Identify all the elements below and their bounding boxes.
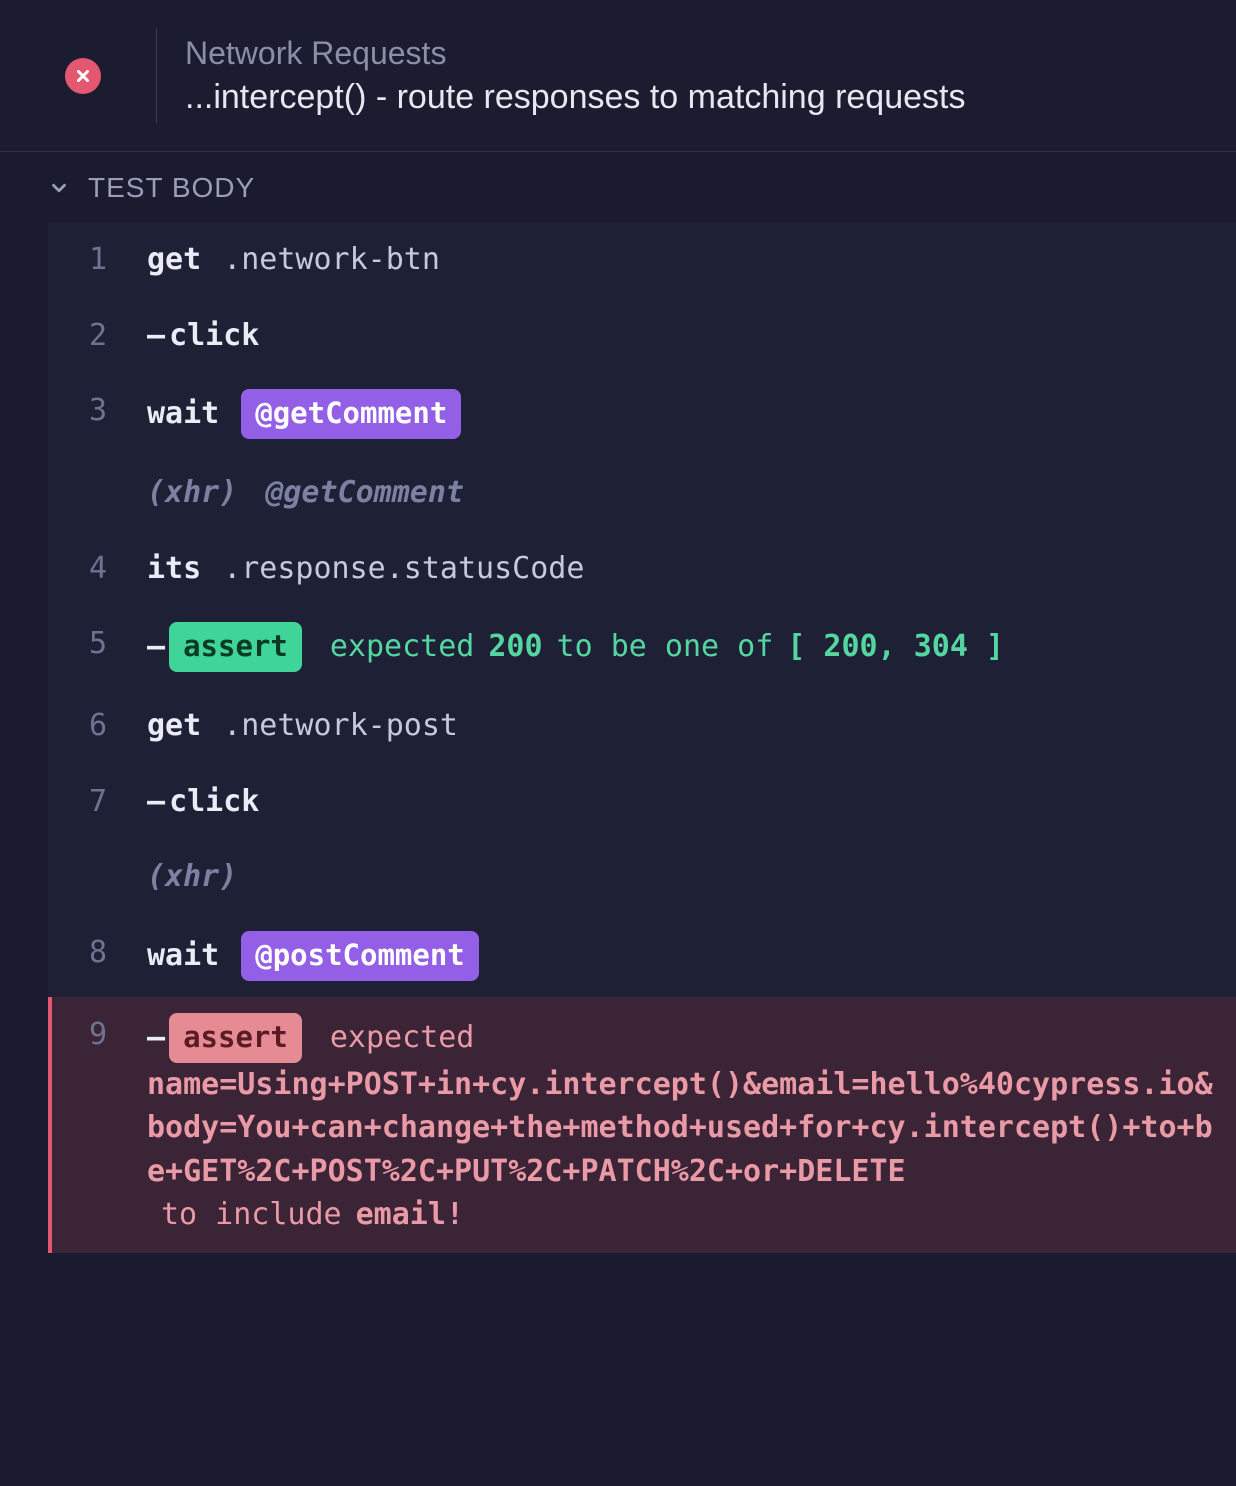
assert-value: 200 [488,625,542,669]
test-title: ...intercept() - route responses to matc… [185,78,965,117]
line-number: 6 [52,704,147,748]
assert-text: to be one of [557,625,774,669]
command-name: wait [147,934,219,978]
line-number: 2 [52,314,147,358]
line-number: 9 [52,1013,147,1057]
fail-status-icon [65,58,101,94]
assert-pass-badge: assert [169,622,302,672]
chained-indicator [147,780,163,824]
chained-indicator [147,1016,163,1060]
assert-text: expected [330,625,475,669]
assert-row[interactable]: 5 assert expected 200 to be one of [ 200… [48,606,1236,688]
line-number: 5 [52,622,147,666]
assert-value: email! [356,1193,464,1237]
log-row[interactable]: 3 wait @getComment [48,373,1236,455]
line-number: 3 [52,389,147,433]
command-arg: .network-btn [223,238,440,282]
xhr-label: (xhr) [147,855,237,899]
chained-indicator [147,314,163,358]
assert-value: [ 200, 304 ] [787,625,1004,669]
suite-title: Network Requests [185,35,965,72]
log-row[interactable]: 4 its .response.statusCode [48,531,1236,607]
assert-text: expected [330,1016,475,1060]
header-divider [156,28,157,123]
log-row[interactable]: 6 get .network-post [48,688,1236,764]
log-row[interactable]: 8 wait @postComment [48,915,1236,997]
command-name: get [147,238,201,282]
assert-text: to include [161,1193,342,1237]
test-header: Network Requests ...intercept() - route … [0,0,1236,152]
command-name: click [169,780,259,824]
line-number: 7 [52,780,147,824]
section-label: TEST BODY [88,172,255,204]
command-name: get [147,704,201,748]
line-number: 1 [52,238,147,282]
assert-fail-badge: assert [169,1013,302,1063]
command-arg: .response.statusCode [223,547,584,591]
command-arg: .network-post [223,704,458,748]
log-row[interactable]: 7 click [48,764,1236,840]
section-toggle[interactable]: TEST BODY [0,152,1236,222]
chevron-down-icon [48,177,70,199]
line-number: 8 [52,931,147,975]
command-name: click [169,314,259,358]
command-log: 1 get .network-btn 2 click 3 wait @getCo… [48,222,1236,1253]
log-row[interactable]: 2 click [48,298,1236,374]
xhr-row[interactable]: (xhr) @getComment [48,455,1236,531]
xhr-label: (xhr) [147,471,237,515]
command-name: its [147,547,201,591]
alias-badge: @postComment [241,931,479,981]
assert-fail-row[interactable]: 9 assert expected name=Using+POST+in+cy.… [48,997,1236,1253]
log-row[interactable]: 1 get .network-btn [48,222,1236,298]
xhr-row[interactable]: (xhr) [48,839,1236,915]
command-name: wait [147,392,219,436]
alias-badge: @getComment [241,389,461,439]
line-number: 4 [52,547,147,591]
assert-value: name=Using+POST+in+cy.intercept()&email=… [147,1063,1218,1194]
chained-indicator [147,625,163,669]
xhr-alias: @getComment [265,471,464,515]
